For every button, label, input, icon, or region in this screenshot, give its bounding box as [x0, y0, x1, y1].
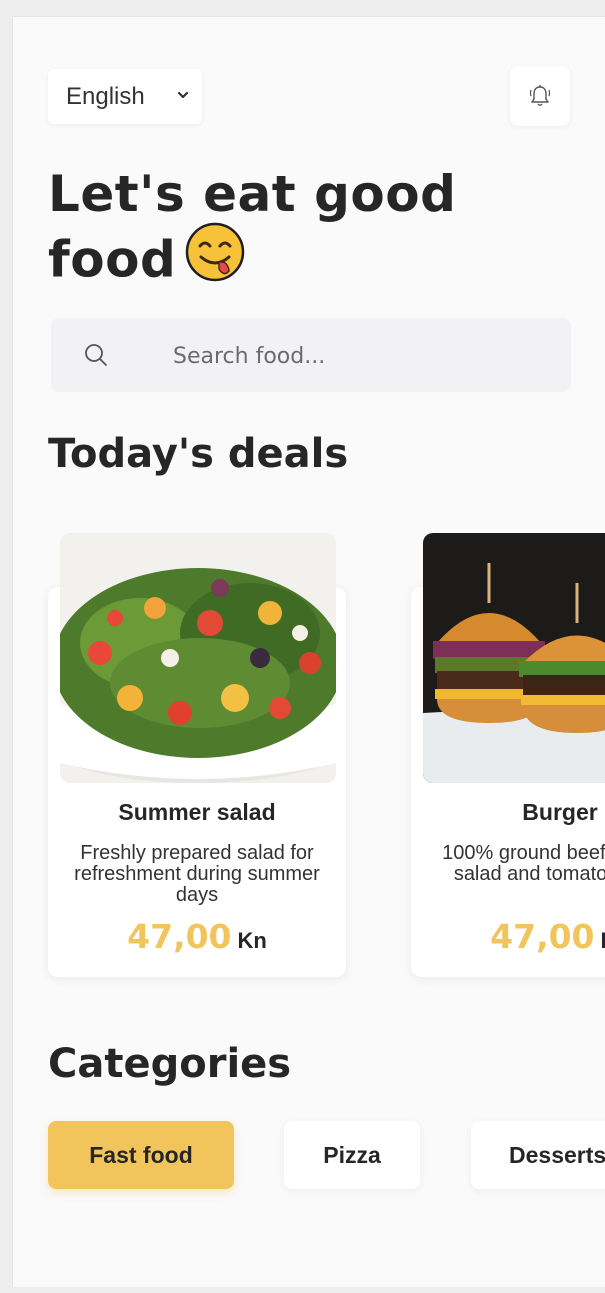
search-bar[interactable] — [51, 318, 571, 392]
deal-description: 100% ground beef, gouda, salad and tomat… — [442, 842, 605, 885]
salad-image[interactable] — [60, 533, 336, 783]
deal-price-value: 47,00 — [490, 917, 595, 956]
category-label: Desserts — [509, 1141, 605, 1168]
category-label: Pizza — [323, 1141, 381, 1168]
bell-icon — [529, 85, 551, 106]
search-input[interactable] — [171, 335, 555, 377]
burger-image[interactable] — [423, 533, 605, 783]
categories-heading: Categories — [48, 1041, 292, 1087]
deal-price: 47,00Kn — [48, 917, 346, 956]
hero-line-1: Let's eat good — [48, 165, 457, 223]
deal-price: 47,00Kn — [411, 917, 605, 956]
deal-price-value: 47,00 — [127, 917, 232, 956]
hero-line-2: food — [48, 230, 177, 289]
deal-name: Burger — [522, 799, 598, 825]
deal-name: Summer salad — [118, 799, 276, 825]
savoring-food-emoji-icon — [184, 221, 246, 297]
category-chip-pizza[interactable]: Pizza — [284, 1121, 420, 1189]
category-label: Fast food — [89, 1141, 193, 1168]
hero-heading: Let's eat good food — [48, 163, 468, 301]
app-screen: English Let's eat good food T — [12, 16, 605, 1287]
language-select-value: English — [66, 82, 145, 110]
chevron-down-icon — [177, 91, 189, 99]
language-select[interactable]: English — [48, 69, 202, 124]
deal-description: Freshly prepared salad for refreshment d… — [74, 842, 320, 906]
deal-price-currency: Kn — [601, 928, 605, 953]
search-icon — [85, 344, 107, 366]
category-chip-fast-food[interactable]: Fast food — [48, 1121, 234, 1189]
category-chip-desserts[interactable]: Desserts — [471, 1121, 605, 1189]
deals-heading: Today's deals — [48, 431, 349, 477]
notifications-button[interactable] — [510, 66, 570, 126]
deal-price-currency: Kn — [237, 928, 267, 953]
